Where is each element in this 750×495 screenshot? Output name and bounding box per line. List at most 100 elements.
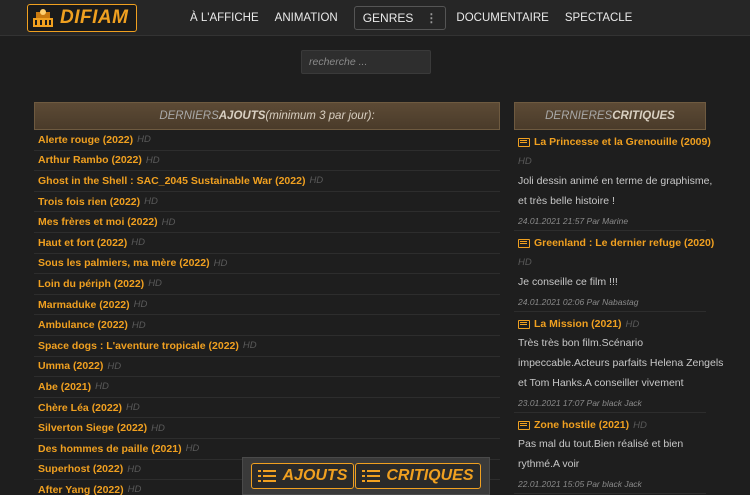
film-row: Space dogs : L'aventure tropicale (2022)… [34, 336, 500, 357]
film-row: Marmaduke (2022) HD [34, 295, 500, 316]
comment-icon [518, 420, 530, 430]
film-title-link[interactable]: Loin du périph (2022) [38, 278, 144, 290]
hd-badge: HD [213, 257, 228, 269]
review-text: Joli dessin animé en terme de graphisme, [518, 175, 713, 187]
hd-badge: HD [95, 381, 109, 393]
comment-icon [518, 319, 530, 329]
top-bar: DIFIAM À L'AFFICHE ANIMATION GENRES ⋮ DO… [0, 0, 750, 36]
hd-badge: HD [144, 196, 158, 208]
film-list: Alerte rouge (2022) HD Arthur Rambo (2022)… [34, 130, 500, 495]
review-film-link[interactable]: La Princesse et la Grenouille (2009) [534, 136, 711, 148]
latest-additions-heading: DERNIERS AJOUTS (minimum 3 par jour): [34, 102, 500, 130]
review-list: La Princesse et la Grenouille (2009) HD Jo… [514, 130, 724, 494]
bottom-shortcut-bar: AJOUTS CRITIQUES [242, 457, 490, 495]
film-title-link[interactable]: Umma (2022) [38, 360, 103, 372]
film-title-link[interactable]: Trois fois rien (2022) [38, 196, 140, 208]
film-title-link[interactable]: Silverton Siege (2022) [38, 422, 147, 434]
film-row: Ghost in the Shell : SAC_2045 Sustainabl… [34, 171, 500, 192]
genres-dropdown-button[interactable]: GENRES ⋮ [353, 6, 447, 30]
hd-badge: HD [185, 443, 200, 455]
review-text: et très belle histoire ! [518, 195, 615, 207]
film-title-link[interactable]: Space dogs : L'aventure tropicale (2022) [38, 340, 239, 352]
latest-reviews-panel: DERNIERES CRITIQUES La Princesse et la G… [514, 102, 724, 494]
hd-badge: HD [126, 402, 140, 414]
hd-badge: HD [137, 134, 151, 146]
latest-additions-panel: DERNIERS AJOUTS (minimum 3 par jour): Al… [34, 102, 500, 495]
film-title-link[interactable]: Chère Léa (2022) [38, 402, 122, 414]
heading-prefix: DERNIERES [545, 110, 613, 122]
hd-badge: HD [633, 419, 647, 431]
film-title-link[interactable]: Marmaduke (2022) [38, 299, 130, 311]
film-row: Abe (2021) HD [34, 377, 500, 398]
nav-item-spectacle[interactable]: SPECTACLE [565, 12, 633, 24]
hd-badge: HD [309, 175, 324, 187]
film-title-link[interactable]: Alerte rouge (2022) [38, 134, 133, 146]
film-title-link[interactable]: Superhost (2022) [38, 463, 123, 475]
review-meta: 22.01.2021 15:05 Par black Jack [518, 478, 642, 489]
list-icon [362, 469, 381, 483]
review-item: Greenland : Le dernier refuge (2020) HD Je… [514, 231, 714, 312]
film-row: Sous les palmiers, ma mère (2022) HD [34, 254, 500, 275]
review-text: Pas mal du tout.Bien réalisé et bien [518, 438, 684, 450]
film-title-link[interactable]: Haut et fort (2022) [38, 237, 127, 249]
genres-label: GENRES [362, 11, 414, 25]
hd-badge: HD [518, 155, 532, 167]
film-title-link[interactable]: Sous les palmiers, ma mère (2022) [38, 257, 210, 269]
critiques-button[interactable]: CRITIQUES [355, 463, 481, 489]
review-film-link[interactable]: La Mission (2021) [534, 318, 622, 330]
film-title-link[interactable]: Mes frères et moi (2022) [38, 216, 158, 228]
review-item: Zone hostile (2021) HD Pas mal du tout.Bie… [514, 413, 706, 494]
heading-bold: AJOUTS [218, 110, 266, 122]
hd-badge: HD [127, 463, 141, 475]
nav-item-affiche[interactable]: À L'AFFICHE [190, 12, 259, 24]
heading-prefix: DERNIERS [159, 110, 219, 122]
review-text: impeccable.Acteurs parfaits Helena Zenge… [518, 357, 724, 369]
film-title-link[interactable]: Des hommes de paille (2021) [38, 443, 182, 455]
search-input[interactable] [301, 50, 431, 74]
hd-badge: HD [625, 318, 640, 330]
film-row: Loin du périph (2022) HD [34, 274, 500, 295]
hd-badge: HD [151, 422, 165, 434]
review-meta: 23.01.2021 17:07 Par black Jack [518, 397, 642, 408]
review-title-row: La Mission (2021) HD [518, 315, 702, 333]
film-row: Ambulance (2022) HD [34, 315, 500, 336]
film-title-link[interactable]: Arthur Rambo (2022) [38, 154, 142, 166]
kebab-menu-icon: ⋮ [425, 11, 438, 25]
nav-item-animation[interactable]: ANIMATION [275, 12, 338, 24]
site-logo[interactable]: DIFIAM [27, 4, 137, 32]
heading-bold: CRITIQUES [612, 110, 675, 122]
critiques-label: CRITIQUES [386, 467, 474, 484]
heading-suffix: (minimum 3 par jour): [265, 110, 375, 122]
film-reel-icon [33, 9, 53, 27]
film-title-link[interactable]: Abe (2021) [38, 381, 91, 393]
logo-text: DIFIAM [60, 7, 129, 28]
comment-icon [518, 137, 530, 147]
nav-item-documentaire[interactable]: DOCUMENTAIRE [456, 12, 548, 24]
hd-badge: HD [518, 256, 532, 268]
review-item: La Mission (2021) HD Très très bon film.Sc… [514, 312, 724, 413]
review-meta: 24.01.2021 21:57 Par Marine [518, 215, 629, 226]
film-row: Silverton Siege (2022) HD [34, 418, 500, 439]
review-text: Très très bon film.Scénario [518, 337, 644, 349]
hd-badge: HD [107, 360, 122, 372]
review-film-link[interactable]: Zone hostile (2021) [534, 419, 629, 431]
film-row: Mes frères et moi (2022) HD [34, 212, 500, 233]
main-nav: À L'AFFICHE ANIMATION GENRES ⋮ DOCUMENTA… [190, 5, 648, 31]
hd-badge: HD [242, 340, 257, 352]
review-text: rythmé.A voir [518, 458, 580, 470]
film-row: Umma (2022) HD [34, 357, 500, 378]
film-title-link[interactable]: Ghost in the Shell : SAC_2045 Sustainabl… [38, 175, 305, 187]
ajouts-button[interactable]: AJOUTS [251, 463, 355, 489]
film-title-link[interactable]: Ambulance (2022) [38, 319, 128, 331]
film-title-link[interactable]: After Yang (2022) [38, 484, 124, 495]
hd-badge: HD [131, 319, 146, 331]
film-row: Chère Léa (2022) HD [34, 398, 500, 419]
review-title-row: La Princesse et la Grenouille (2009) [518, 133, 711, 151]
hd-badge: HD [133, 299, 148, 311]
film-row: Arthur Rambo (2022) HD [34, 151, 500, 172]
review-text: Je conseille ce film !!! [518, 276, 618, 288]
list-icon [258, 469, 277, 483]
latest-reviews-heading: DERNIERES CRITIQUES [514, 102, 706, 130]
review-film-link[interactable]: Greenland : Le dernier refuge (2020) [534, 237, 714, 249]
hd-badge: HD [148, 278, 162, 290]
